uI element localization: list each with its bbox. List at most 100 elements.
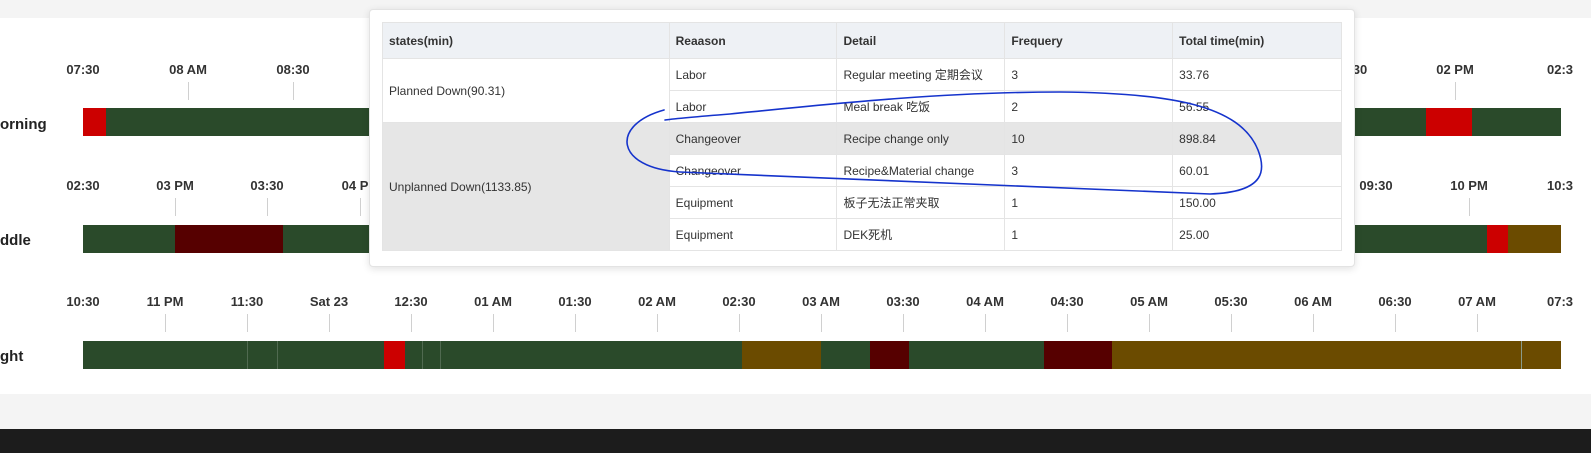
tick-label: 07:3 <box>1546 294 1574 309</box>
tick-mark <box>175 198 176 216</box>
tick-label: Sat 23 <box>309 294 349 309</box>
segment-divider <box>422 341 423 369</box>
tick-label: 02 PM <box>1436 62 1474 77</box>
tick-label: 08 AM <box>169 62 207 77</box>
tick-label: 10:3 <box>1546 178 1574 193</box>
table-header-row: states(min) Reaason Detail Frequery Tota… <box>382 22 1342 59</box>
cell-total: 60.01 <box>1172 154 1342 187</box>
cell-frequency: 3 <box>1004 154 1174 187</box>
tick-mark <box>821 314 822 332</box>
downtime-detail-table: states(min) Reaason Detail Frequery Tota… <box>382 22 1342 251</box>
cell-detail: Recipe change only <box>836 122 1006 155</box>
segment-divider <box>277 341 278 369</box>
planned-down-segment[interactable] <box>1426 108 1472 136</box>
timeline-bar-night[interactable] <box>83 341 1561 369</box>
tick-mark <box>985 314 986 332</box>
tick-label: 01:30 <box>558 294 592 309</box>
tick-mark <box>329 314 330 332</box>
group-planned-down: Planned Down(90.31) <box>382 58 670 123</box>
cell-reason: Equipment <box>668 218 838 251</box>
cell-reason: Labor <box>668 90 838 123</box>
tick-mark <box>267 198 268 216</box>
cell-frequency: 10 <box>1004 122 1174 155</box>
tick-mark <box>739 314 740 332</box>
tick-mark <box>165 314 166 332</box>
cell-detail: Meal break 吃饭 <box>836 90 1006 123</box>
shift-label-middle: ddle <box>0 232 31 249</box>
unplanned-down-segment[interactable] <box>175 225 283 253</box>
cell-reason: Equipment <box>668 186 838 219</box>
tick-label: 02:3 <box>1546 62 1574 77</box>
header-detail: Detail <box>836 22 1006 59</box>
cell-total: 25.00 <box>1172 218 1342 251</box>
tick-label: 03 PM <box>156 178 194 193</box>
cell-total: 33.76 <box>1172 58 1342 91</box>
tick-label: 04 P <box>341 178 369 193</box>
idle-segment[interactable] <box>1522 341 1561 369</box>
idle-segment[interactable] <box>742 341 821 369</box>
cell-detail: 板子无法正常夹取 <box>836 186 1006 219</box>
segment-divider <box>440 341 441 369</box>
cell-frequency: 1 <box>1004 186 1174 219</box>
planned-down-segment[interactable] <box>1487 225 1508 253</box>
group-unplanned-down: Unplanned Down(1133.85) <box>382 122 670 251</box>
header-states: states(min) <box>382 22 670 59</box>
tick-label: 03:30 <box>250 178 284 193</box>
unplanned-down-segment[interactable] <box>1044 341 1112 369</box>
tick-mark <box>1067 314 1068 332</box>
header-frequency: Frequery <box>1004 22 1174 59</box>
downtime-detail-tooltip: states(min) Reaason Detail Frequery Tota… <box>369 9 1355 267</box>
tick-label: 07 AM <box>1458 294 1496 309</box>
cell-reason: Changeover <box>668 122 838 155</box>
tick-label: 10 PM <box>1450 178 1488 193</box>
cell-frequency: 2 <box>1004 90 1174 123</box>
idle-segment[interactable] <box>1508 225 1561 253</box>
header-total-time: Total time(min) <box>1172 22 1342 59</box>
tick-mark <box>293 82 294 100</box>
cell-frequency: 3 <box>1004 58 1174 91</box>
tick-mark <box>493 314 494 332</box>
planned-down-segment[interactable] <box>384 341 405 369</box>
tick-label: 10:30 <box>66 294 100 309</box>
tick-label: 05:30 <box>1214 294 1248 309</box>
cell-frequency: 1 <box>1004 218 1174 251</box>
shift-label-morning: orning <box>0 116 47 133</box>
cell-reason: Labor <box>668 58 838 91</box>
tick-label: 04 AM <box>966 294 1004 309</box>
tick-mark <box>360 198 361 216</box>
tick-mark <box>1455 82 1456 100</box>
tick-mark <box>247 314 248 332</box>
header-reason: Reaason <box>668 22 838 59</box>
tick-label: 08:30 <box>276 62 310 77</box>
tick-mark <box>903 314 904 332</box>
tick-label: 02:30 <box>722 294 756 309</box>
tick-label: 03 AM <box>802 294 840 309</box>
tick-label: 02:30 <box>66 178 100 193</box>
cell-detail: Regular meeting 定期会议 <box>836 58 1006 91</box>
cell-total: 56.55 <box>1172 90 1342 123</box>
unplanned-down-segment[interactable] <box>870 341 909 369</box>
tick-label: 02 AM <box>638 294 676 309</box>
tick-label: 04:30 <box>1050 294 1084 309</box>
segment-divider <box>247 341 248 369</box>
tick-label: 03:30 <box>886 294 920 309</box>
tick-label: 06:30 <box>1378 294 1412 309</box>
tick-mark <box>1477 314 1478 332</box>
tick-label: 05 AM <box>1130 294 1168 309</box>
cell-detail: DEK死机 <box>836 218 1006 251</box>
tick-mark <box>657 314 658 332</box>
tick-mark <box>1231 314 1232 332</box>
tick-label: 07:30 <box>66 62 100 77</box>
tick-mark <box>575 314 576 332</box>
tick-label: 06 AM <box>1294 294 1332 309</box>
bottom-dark-bar <box>0 429 1591 453</box>
planned-down-segment[interactable] <box>83 108 106 136</box>
idle-segment[interactable] <box>1112 341 1521 369</box>
tick-label: 11:30 <box>230 294 264 309</box>
cell-reason: Changeover <box>668 154 838 187</box>
shift-label-night: ght <box>0 348 24 365</box>
tick-mark <box>1395 314 1396 332</box>
tick-label: 11 PM <box>146 294 184 309</box>
cell-total: 150.00 <box>1172 186 1342 219</box>
tick-mark <box>411 314 412 332</box>
